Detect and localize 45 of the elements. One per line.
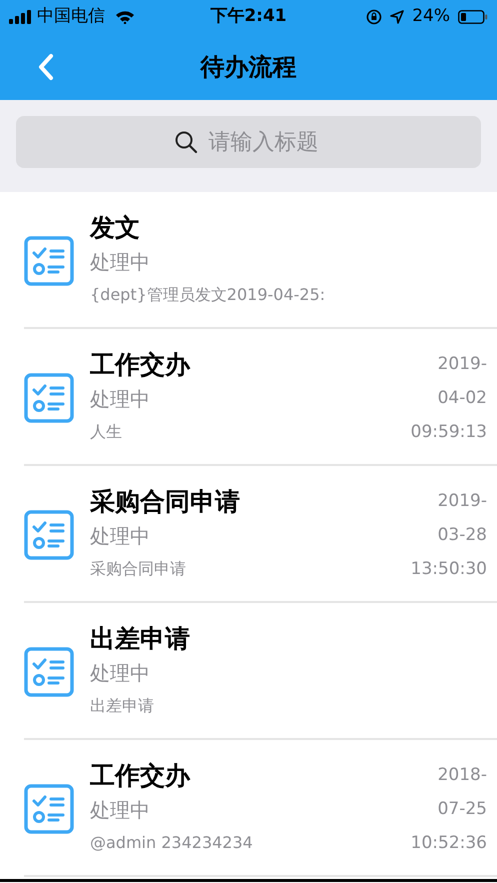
- back-chevron-icon: [38, 53, 54, 81]
- task-detail: @admin 234234234: [90, 832, 254, 854]
- task-date: 03-28: [438, 524, 487, 546]
- task-detail: 采购合同申请: [90, 558, 187, 580]
- task-title: 采购合同申请: [90, 486, 241, 518]
- search-icon: [174, 130, 198, 154]
- task-date: 13:50:30: [410, 558, 487, 580]
- wifi-icon: [115, 10, 135, 24]
- battery-icon: [458, 10, 488, 24]
- task-date: 09:59:13: [410, 420, 487, 444]
- rotation-lock-icon: [366, 9, 382, 25]
- task-date: 2018-: [438, 764, 487, 786]
- task-row[interactable]: 出差申请 处理中 出差申请: [0, 603, 497, 740]
- carrier-name: 中国电信: [37, 5, 105, 28]
- task-detail: 人生: [90, 420, 123, 442]
- battery-percent: 24%: [412, 5, 450, 28]
- task-date: 2019-: [438, 490, 487, 512]
- task-status: 处理中: [90, 248, 151, 276]
- task-date: 2019-: [438, 352, 487, 376]
- task-title: 出差申请: [90, 622, 191, 654]
- task-detail: 出差申请: [90, 694, 155, 716]
- search-field[interactable]: 请输入标题: [16, 116, 481, 168]
- task-row[interactable]: 发文 处理中 {dept}管理员发文2019-04-25:: [0, 192, 497, 329]
- clock-time: 下午2:41: [210, 5, 287, 28]
- task-status: 处理中: [90, 660, 151, 686]
- checklist-icon: [24, 784, 74, 834]
- checklist-icon: [24, 510, 74, 560]
- location-arrow-icon: [390, 10, 404, 24]
- task-title: 工作交办: [90, 348, 192, 380]
- task-date: 10:52:36: [410, 832, 487, 854]
- checklist-icon: [24, 372, 74, 422]
- task-title: 发文: [90, 212, 141, 244]
- page-title: 待办流程: [200, 52, 296, 83]
- task-row[interactable]: 采购合同申请 处理中 采购合同申请 2019- 03-28 13:50:30: [0, 466, 497, 603]
- task-detail: {dept}管理员发文2019-04-25:: [90, 284, 326, 306]
- task-row[interactable]: 工作交办 处理中 @admin 234234234 2018- 07-25 10:52:36: [0, 740, 497, 877]
- checklist-icon: [24, 236, 74, 286]
- task-row[interactable]: 工作交办 处理中 人生 2019- 04-02 09:59:13: [0, 329, 497, 466]
- task-title: 工作交办: [90, 760, 192, 792]
- checklist-icon: [24, 646, 74, 696]
- task-status: 处理中: [90, 796, 151, 824]
- task-status: 处理中: [90, 522, 151, 550]
- task-date: 07-25: [438, 798, 487, 820]
- task-date: 04-02: [438, 386, 487, 410]
- task-status: 处理中: [90, 386, 151, 412]
